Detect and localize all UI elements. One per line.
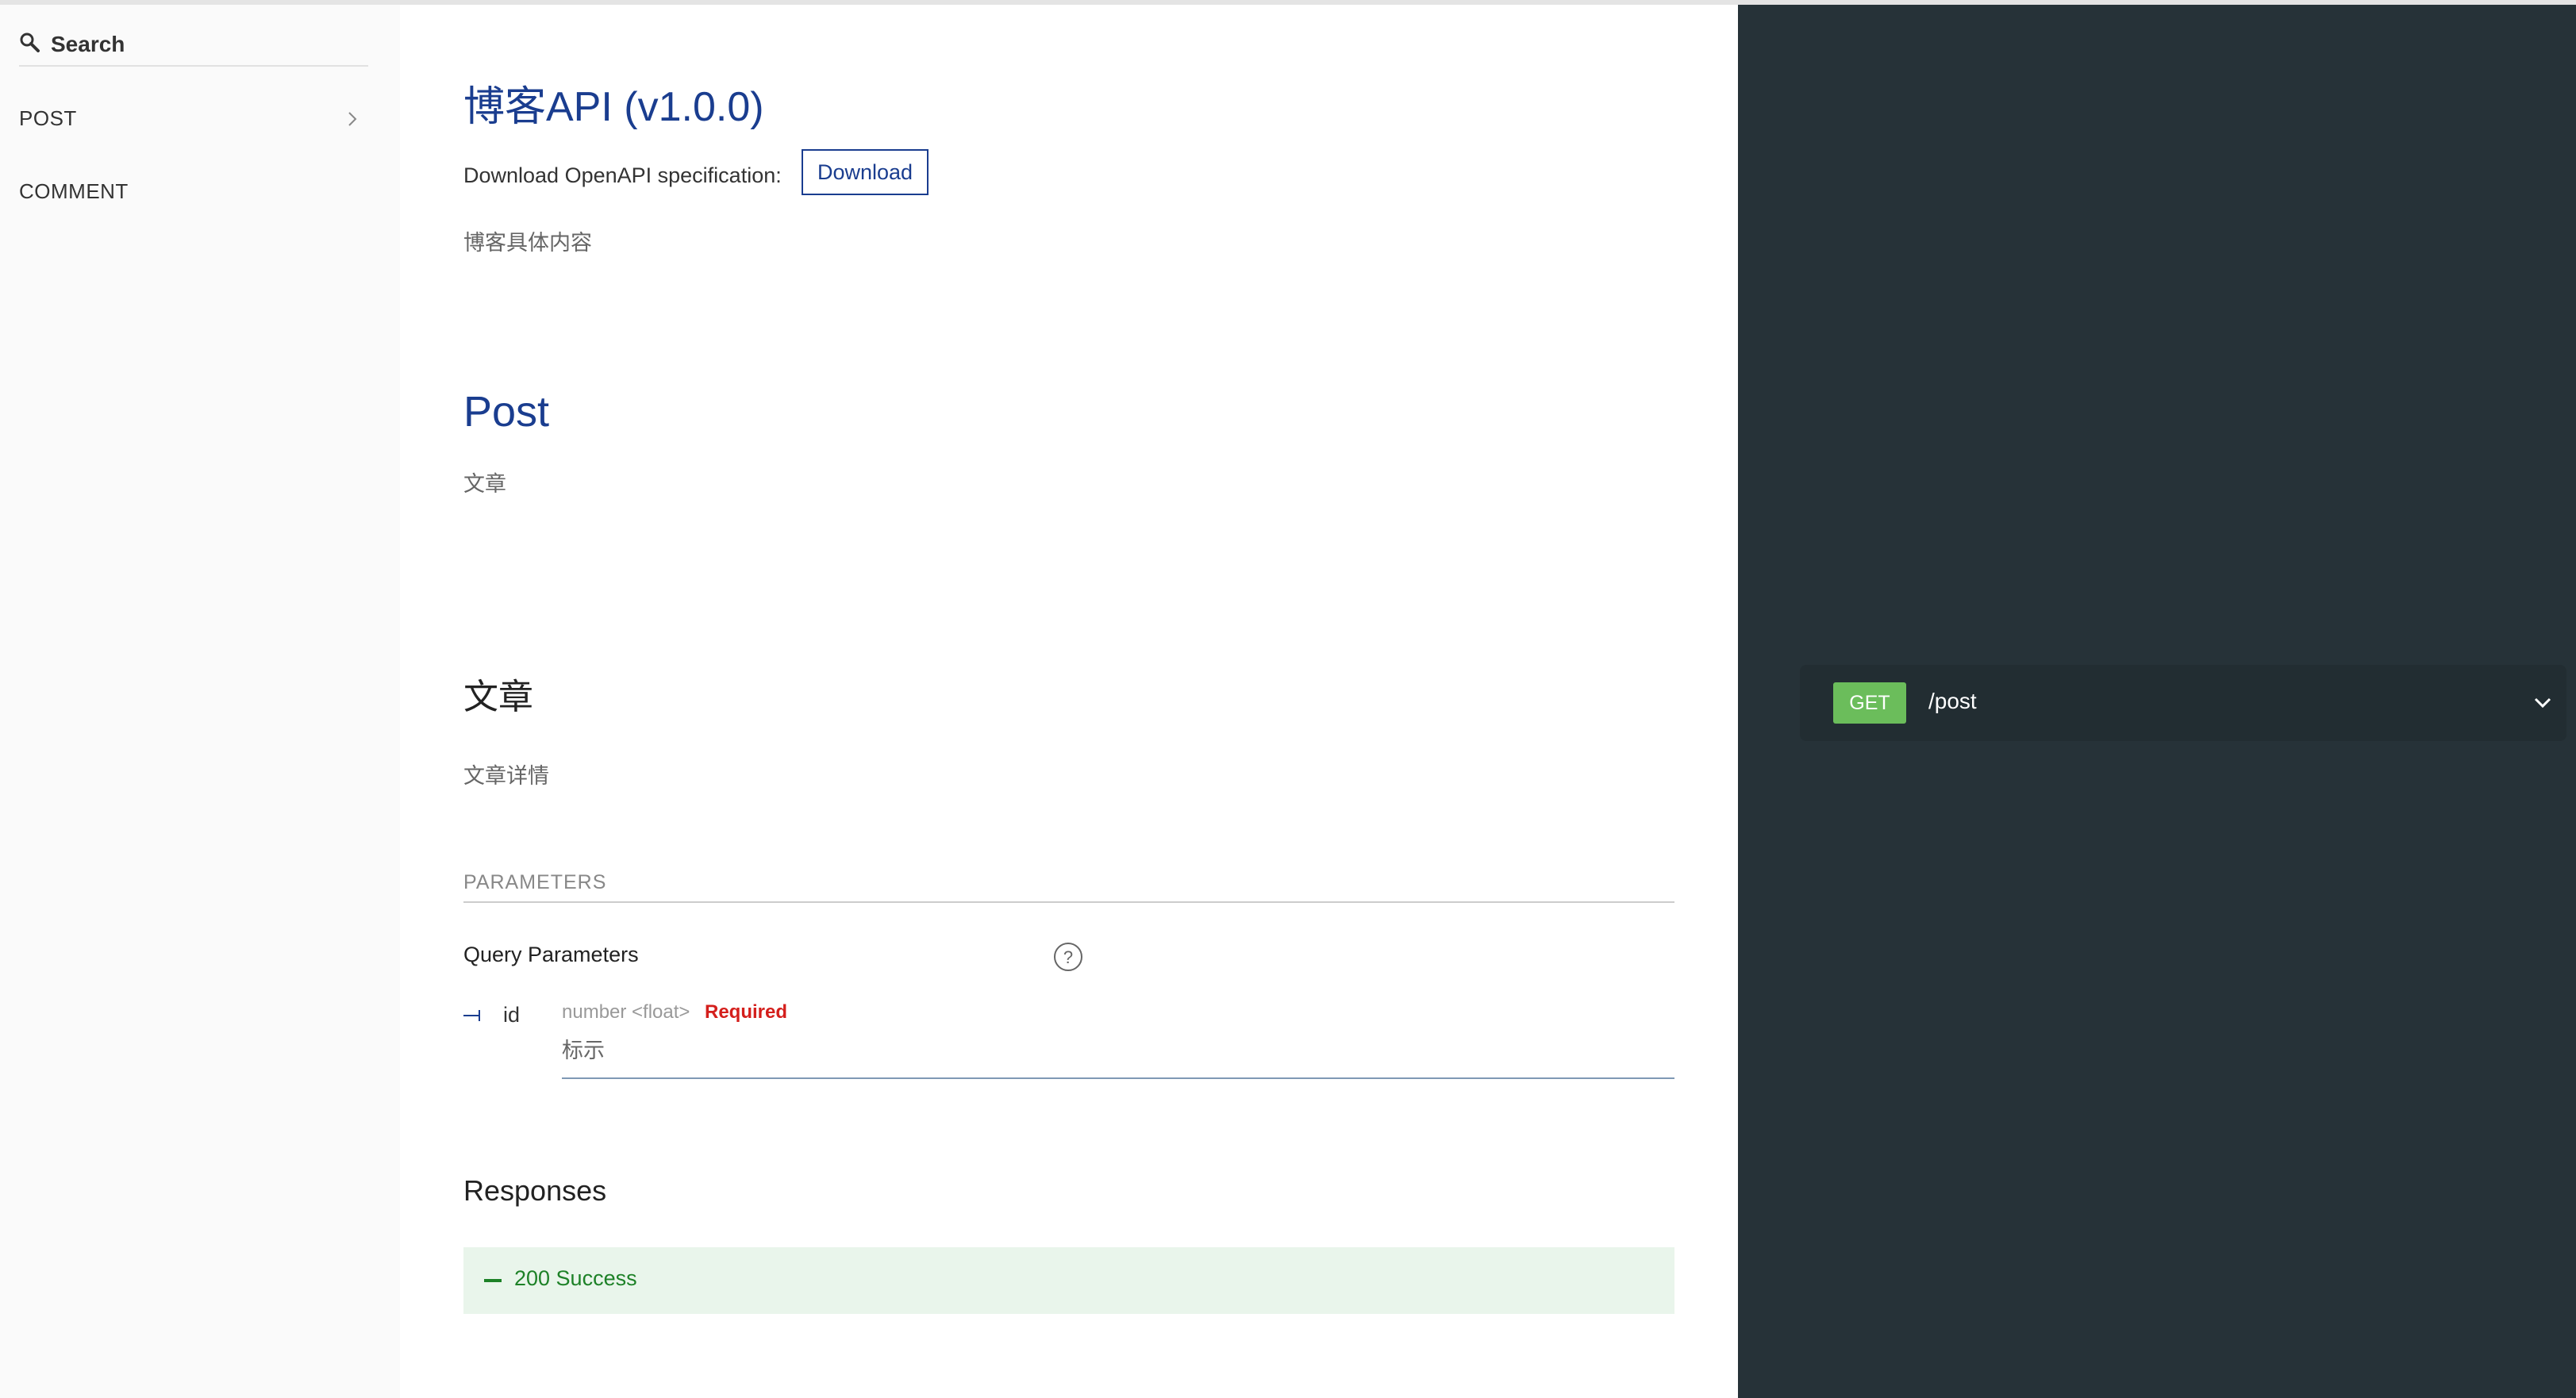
sidebar-item-post[interactable]: POST	[0, 94, 400, 144]
param-type: number <float>	[562, 1001, 690, 1023]
param-link-icon	[463, 1010, 480, 1021]
chevron-down-icon	[2534, 697, 2551, 709]
right-panel: GET /post	[1738, 5, 2576, 1398]
parameters-header: PARAMETERS	[463, 871, 1674, 903]
search-icon	[20, 33, 40, 52]
chevron-right-icon	[348, 112, 357, 126]
query-params-label: Query Parameters	[463, 943, 639, 966]
sidebar: Search POST COMMENT	[0, 5, 400, 1398]
response-label: 200 Success	[514, 1266, 637, 1290]
sidebar-item-label: POST	[19, 106, 77, 130]
endpoint-path: /post	[1928, 689, 1977, 713]
minus-icon	[484, 1279, 502, 1282]
tag-description: 文章	[463, 472, 506, 496]
http-method-badge: GET	[1833, 682, 1906, 724]
response-200-toggle[interactable]: 200 Success	[463, 1247, 1674, 1314]
param-detail: number <float> Required 标示	[562, 997, 1674, 1079]
main-content: 博客API (v1.0.0) Download OpenAPI specific…	[400, 5, 1738, 1398]
param-name: id	[503, 1003, 521, 1027]
download-label: Download OpenAPI specification:	[463, 163, 782, 187]
responses-title: Responses	[463, 1174, 607, 1207]
svg-text:?: ?	[1063, 947, 1073, 967]
operation-description: 文章详情	[463, 764, 549, 788]
param-required-badge: Required	[705, 1001, 788, 1023]
help-icon[interactable]: ?	[1052, 941, 1084, 973]
param-row: id number <float> Required 标示	[463, 997, 1674, 1082]
api-description: 博客具体内容	[463, 231, 592, 255]
page-title: 博客API (v1.0.0)	[463, 84, 764, 130]
tag-title: Post	[463, 388, 550, 436]
download-button[interactable]: Download	[802, 149, 929, 195]
search-box[interactable]: Search	[19, 25, 368, 67]
parameters-header-label: PARAMETERS	[463, 871, 607, 893]
search-input[interactable]: Search	[51, 32, 125, 57]
operation-title: 文章	[463, 678, 533, 716]
endpoint-toggle[interactable]: GET /post	[1800, 665, 2566, 741]
param-description: 标示	[562, 1039, 605, 1062]
sidebar-item-comment[interactable]: COMMENT	[0, 167, 400, 217]
sidebar-item-label: COMMENT	[19, 179, 129, 203]
